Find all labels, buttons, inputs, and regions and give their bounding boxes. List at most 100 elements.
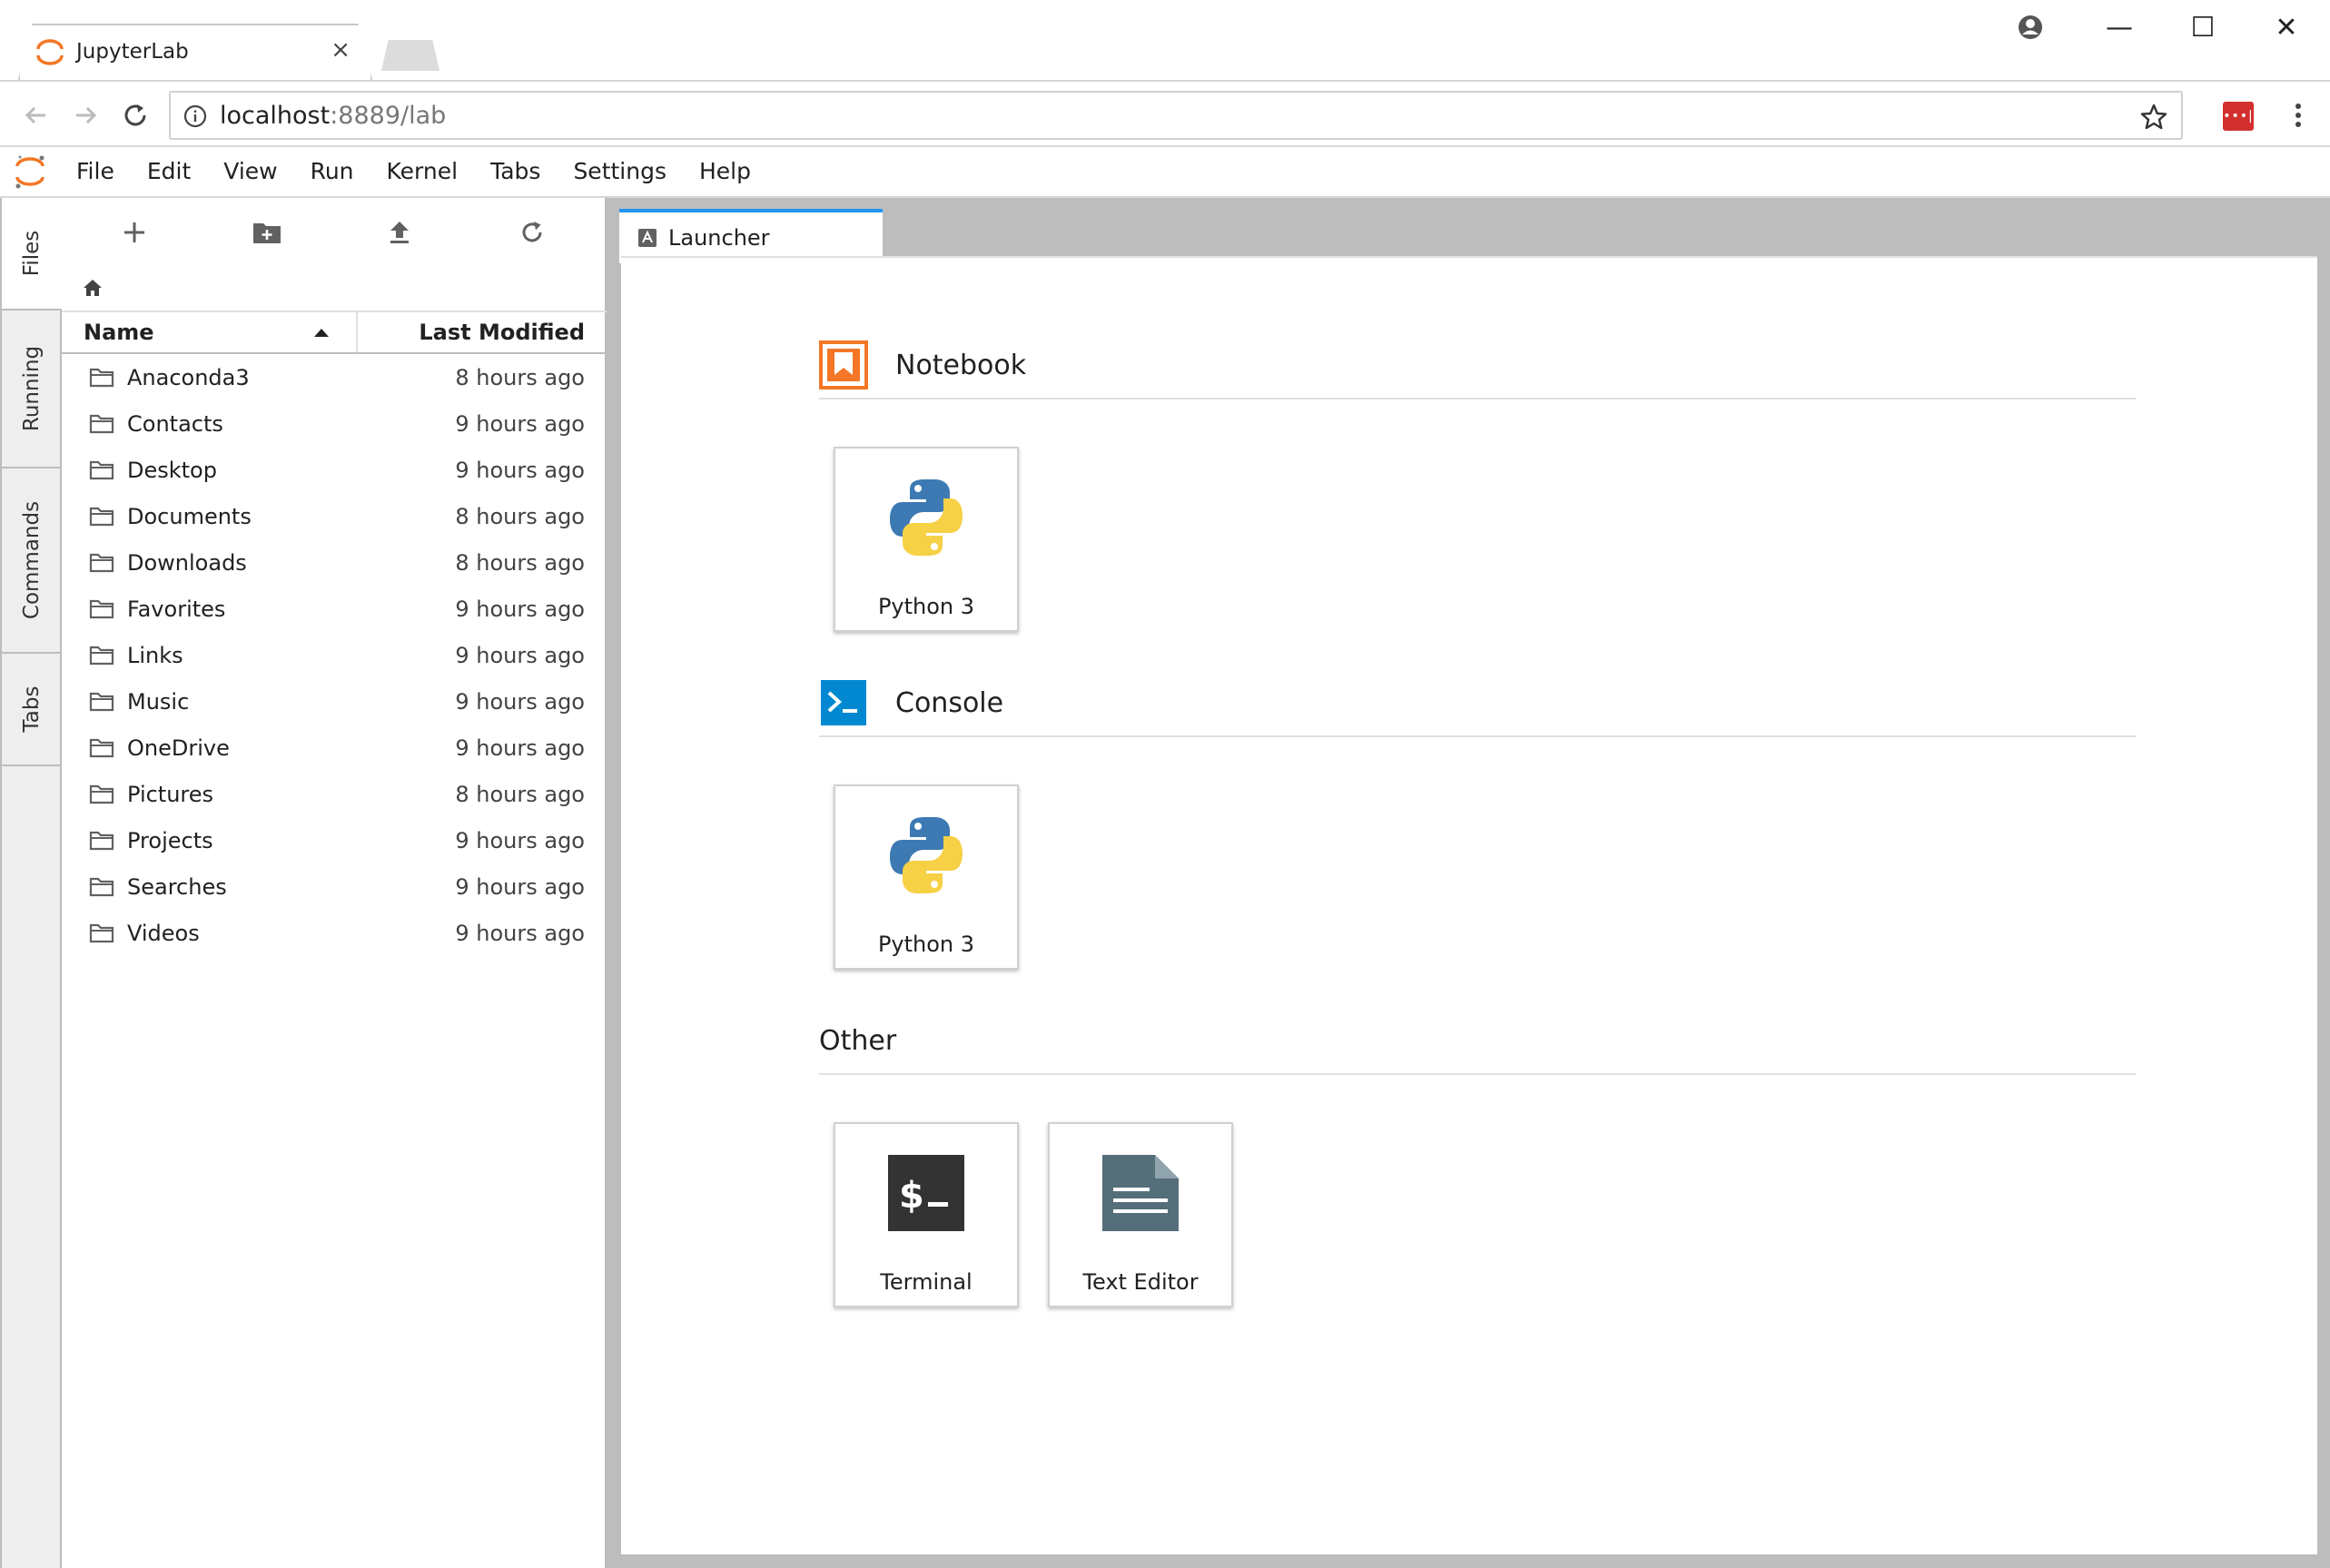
column-header-name-label: Name [84, 320, 154, 345]
menu-run[interactable]: Run [294, 146, 370, 197]
menu-kernel[interactable]: Kernel [370, 146, 475, 197]
card-notebook-python3[interactable]: Python 3 [834, 447, 1019, 632]
back-button[interactable] [13, 93, 58, 138]
forward-button[interactable] [64, 93, 109, 138]
file-row[interactable]: Contacts 9 hours ago [62, 400, 607, 447]
sidebar-tab-running[interactable]: Running [2, 311, 62, 468]
tab-launcher[interactable]: Launcher [619, 209, 883, 263]
file-modified: 9 hours ago [455, 457, 585, 483]
card-label: Python 3 [877, 932, 975, 957]
sidebar-tab-tabs[interactable]: Tabs [2, 654, 62, 766]
menu-edit[interactable]: Edit [131, 146, 207, 197]
section-title: Console [895, 686, 1004, 719]
bookmark-star-icon[interactable] [2139, 103, 2168, 132]
section-console: Console [819, 670, 2136, 737]
launcher-icon [638, 229, 657, 247]
new-tab-button[interactable] [381, 40, 439, 71]
folder-icon [89, 784, 114, 805]
file-row[interactable]: Links 9 hours ago [62, 632, 607, 678]
file-modified: 8 hours ago [455, 781, 585, 807]
menu-tabs[interactable]: Tabs [474, 146, 557, 197]
file-row[interactable]: Anaconda3 8 hours ago [62, 354, 607, 400]
browser-tab[interactable]: JupyterLab × [35, 24, 372, 80]
breadcrumb-home[interactable] [82, 272, 104, 303]
new-folder-button[interactable] [240, 211, 294, 254]
file-row[interactable]: Downloads 8 hours ago [62, 539, 607, 586]
file-name: Links [127, 642, 183, 668]
file-modified: 9 hours ago [455, 596, 585, 622]
sidebar-tab-label: Running [20, 345, 44, 432]
folder-icon [89, 598, 114, 620]
info-icon[interactable] [183, 104, 207, 128]
file-name: Desktop [127, 457, 217, 483]
file-modified: 9 hours ago [455, 642, 585, 668]
close-window-button[interactable]: ✕ [2250, 7, 2323, 47]
section-notebook: Notebook [819, 332, 2136, 399]
file-name: Documents [127, 503, 252, 529]
menu-settings[interactable]: Settings [557, 146, 683, 197]
folder-icon [89, 922, 114, 944]
file-modified: 9 hours ago [455, 873, 585, 900]
tab-launcher-label: Launcher [668, 225, 770, 251]
url-path: :8889/lab [330, 101, 447, 130]
card-text-editor[interactable]: Text Editor [1048, 1122, 1233, 1307]
column-header-modified[interactable]: Last Modified [358, 312, 607, 352]
file-row[interactable]: OneDrive 9 hours ago [62, 725, 607, 771]
sidebar-tab-files[interactable]: Files [2, 198, 62, 311]
main-dock-area: Launcher Notebook Python 3 Console Pytho… [607, 198, 2330, 1568]
file-row[interactable]: Music 9 hours ago [62, 678, 607, 725]
terminal-icon: $ [888, 1155, 964, 1231]
folder-icon [89, 506, 114, 528]
upload-button[interactable] [372, 211, 427, 254]
browser-menu-button[interactable] [2276, 93, 2321, 138]
sidebar-tab-commands[interactable]: Commands [2, 468, 62, 654]
card-console-python3[interactable]: Python 3 [834, 784, 1019, 970]
file-list: Anaconda3 8 hours ago Contacts 9 hours ago D… [62, 354, 607, 956]
menu-view[interactable]: View [207, 146, 293, 197]
new-launcher-button[interactable] [107, 211, 162, 254]
menu-file[interactable]: File [60, 146, 131, 197]
folder-icon [89, 459, 114, 481]
file-row[interactable]: Searches 9 hours ago [62, 863, 607, 910]
file-name: Searches [127, 873, 227, 900]
section-other: Other [819, 1008, 2136, 1075]
file-modified: 9 hours ago [455, 735, 585, 761]
address-bar[interactable]: localhost:8889/lab [169, 91, 2183, 140]
file-row[interactable]: Favorites 9 hours ago [62, 586, 607, 632]
column-header-name[interactable]: Name [62, 312, 358, 352]
file-name: Projects [127, 827, 213, 853]
sidebar-tab-label: Commands [20, 500, 44, 620]
card-label: Python 3 [877, 594, 975, 619]
file-row[interactable]: Pictures 8 hours ago [62, 771, 607, 817]
extension-icon[interactable]: •••| [2223, 102, 2254, 131]
home-icon [84, 280, 102, 296]
account-icon[interactable] [1994, 7, 2067, 47]
refresh-button[interactable] [505, 211, 559, 254]
minimize-button[interactable]: — [2083, 7, 2156, 47]
arrow-left-icon [25, 106, 45, 124]
sidebar-tab-label: Tabs [20, 685, 44, 733]
console-icon [819, 678, 868, 727]
file-name: Downloads [127, 549, 247, 576]
maximize-button[interactable]: ☐ [2167, 7, 2239, 47]
file-modified: 8 hours ago [455, 549, 585, 576]
sort-ascending-icon [314, 329, 329, 337]
file-modified: 9 hours ago [455, 920, 585, 946]
folder-icon [89, 367, 114, 389]
file-name: Videos [127, 920, 200, 946]
browser-titlebar: JupyterLab × — ☐ ✕ [0, 0, 2330, 80]
main-tab-bar: Launcher [607, 198, 2330, 263]
reload-button[interactable] [113, 93, 158, 138]
menu-help[interactable]: Help [683, 146, 767, 197]
file-row[interactable]: Videos 9 hours ago [62, 910, 607, 956]
card-terminal[interactable]: $ Terminal [834, 1122, 1019, 1307]
plus-icon [124, 222, 144, 242]
file-row[interactable]: Desktop 9 hours ago [62, 447, 607, 493]
file-modified: 9 hours ago [455, 688, 585, 715]
file-name: Favorites [127, 596, 226, 622]
section-title: Notebook [895, 349, 1027, 381]
refresh-icon [522, 222, 542, 242]
browser-tab-close-icon[interactable]: × [331, 36, 350, 64]
file-row[interactable]: Documents 8 hours ago [62, 493, 607, 539]
file-row[interactable]: Projects 9 hours ago [62, 817, 607, 863]
